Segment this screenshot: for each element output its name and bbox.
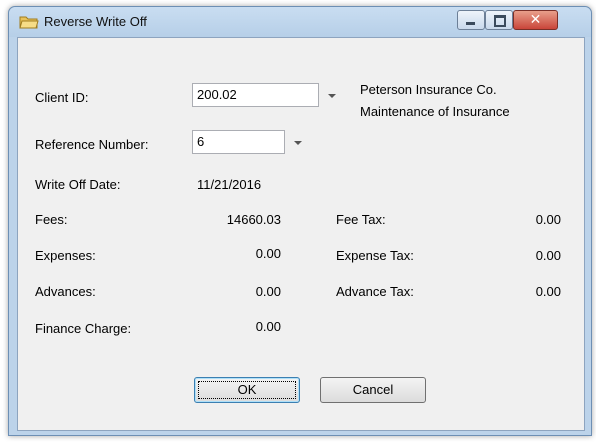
chevron-down-icon[interactable] [288,130,308,154]
title-bar[interactable]: Reverse Write Off ✕ [9,7,591,37]
advances-label: Advances: [35,284,96,299]
fees-label: Fees: [35,212,68,227]
close-button[interactable]: ✕ [513,10,558,30]
cancel-button[interactable]: Cancel [320,377,426,403]
maximize-button[interactable] [485,10,513,30]
finance-charge-label: Finance Charge: [35,321,132,336]
write-off-date-value: 11/21/2016 [197,177,262,192]
maximize-icon [494,15,506,27]
fee-tax-label: Fee Tax: [336,212,386,227]
focus-rectangle [198,381,296,399]
minimize-button[interactable] [457,10,485,30]
ok-button[interactable]: OK [194,377,300,403]
expense-tax-value: 0.00 [535,248,561,263]
folder-icon [19,16,39,29]
cancel-button-label: Cancel [352,382,394,397]
reference-number-label: Reference Number: [35,137,149,152]
expenses-label: Expenses: [35,248,96,263]
finance-charge-value: 0.00 [255,319,281,334]
write-off-date-label: Write Off Date: [35,177,121,192]
close-icon: ✕ [529,12,542,28]
dialog-body: Client ID: 200.02 Peterson Insurance Co.… [17,37,585,431]
fee-tax-value: 0.00 [535,212,561,227]
client-name: Peterson Insurance Co. [360,82,497,97]
expense-tax-label: Expense Tax: [336,248,414,263]
reference-number-input[interactable]: 6 [192,130,285,154]
matter-name: Maintenance of Insurance [360,104,510,119]
window-title: Reverse Write Off [44,14,147,29]
minimize-icon [466,22,475,25]
advance-tax-value: 0.00 [535,284,561,299]
reverse-write-off-window: Reverse Write Off ✕ Client ID: 200.02 Pe… [8,6,592,436]
advances-value: 0.00 [255,284,281,299]
client-id-input[interactable]: 200.02 [192,83,319,107]
fees-value: 14660.03 [226,212,281,227]
chevron-down-icon[interactable] [322,83,342,107]
client-id-label: Client ID: [35,90,89,105]
advance-tax-label: Advance Tax: [336,284,414,299]
expenses-value: 0.00 [255,246,281,261]
